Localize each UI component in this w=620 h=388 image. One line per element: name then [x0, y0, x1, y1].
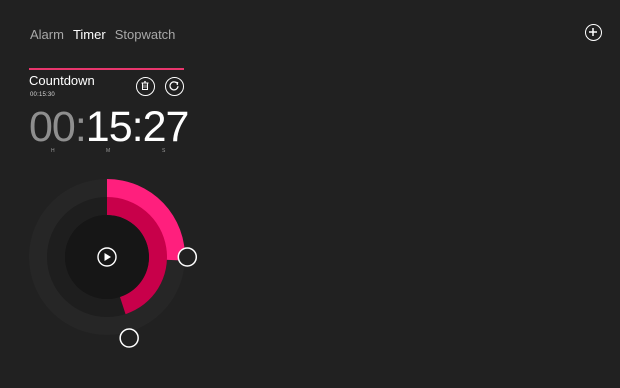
seconds-drag-handle[interactable] [177, 247, 198, 267]
timer-dial [29, 179, 198, 348]
minutes-drag-handle[interactable] [119, 328, 139, 348]
timer-app: Alarm Timer Stopwatch Countdown 00:15:30… [0, 0, 620, 388]
